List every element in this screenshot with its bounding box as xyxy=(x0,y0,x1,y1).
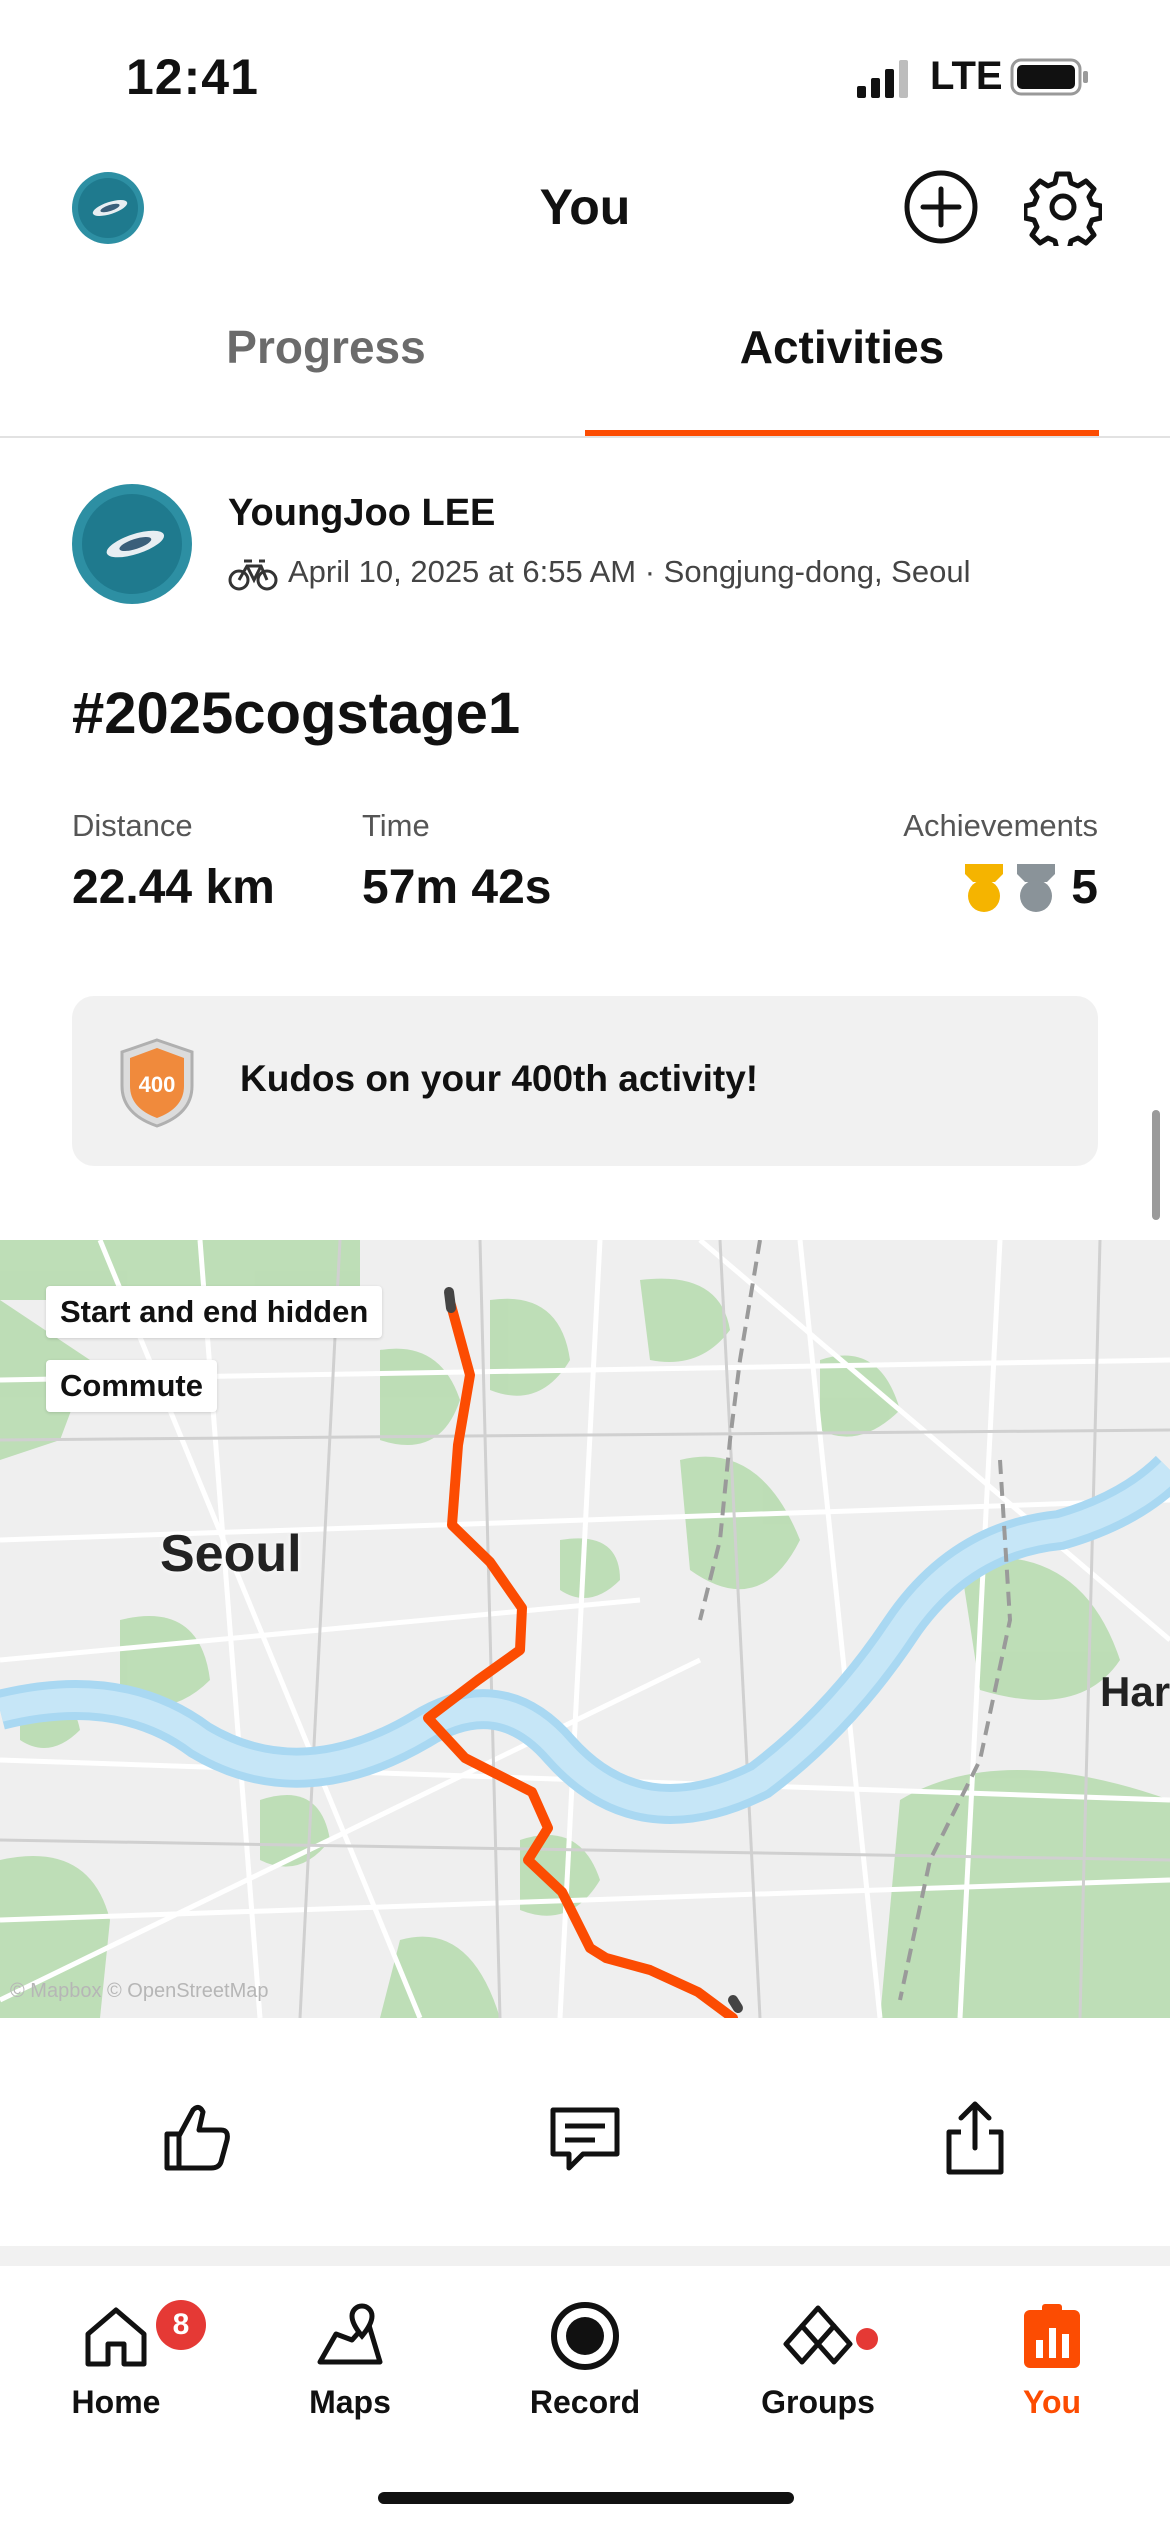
route-hidden-start xyxy=(444,1287,456,1313)
achievements-label: Achievements xyxy=(903,808,1098,843)
map-background xyxy=(0,1240,1170,2018)
home-icon xyxy=(85,2307,147,2367)
time-value: 57m 42s xyxy=(362,861,552,914)
athlete-avatar[interactable] xyxy=(72,484,192,604)
maps-icon xyxy=(317,2303,383,2365)
signal-icon xyxy=(857,60,908,98)
section-divider xyxy=(0,2246,1170,2266)
gold-medal-icon xyxy=(965,863,1004,912)
nav-maps[interactable]: Maps xyxy=(250,2300,450,2421)
avatar-image xyxy=(72,484,192,604)
distance-value: 22.44 km xyxy=(72,861,275,914)
page-title: You xyxy=(539,179,631,235)
network-label: LTE xyxy=(930,54,1003,98)
battery-icon xyxy=(1010,58,1088,96)
commute-chip: Commute xyxy=(46,1360,217,1412)
thumbs-up-icon[interactable] xyxy=(153,2096,237,2180)
nav-you-label: You xyxy=(1022,2384,1082,2420)
nav-you[interactable]: You xyxy=(952,2300,1152,2421)
milestone-badge-icon: 400 xyxy=(120,1038,194,1128)
tab-activities[interactable]: Activities xyxy=(582,320,1102,374)
home-indicator[interactable] xyxy=(378,2492,794,2504)
groups-notification-dot xyxy=(856,2328,878,2350)
kudos-banner[interactable]: 400 Kudos on your 400th activity! xyxy=(72,996,1098,1166)
athlete-name[interactable]: YoungJoo LEE xyxy=(228,492,495,535)
share-icon[interactable] xyxy=(933,2096,1017,2180)
map-city-label: Seoul xyxy=(160,1525,302,1583)
route-map[interactable]: Start and end hidden Commute Seoul Har ©… xyxy=(0,1240,1170,2018)
route-hidden-end xyxy=(728,1995,743,2013)
add-icon[interactable] xyxy=(902,168,980,246)
nav-home-label: Home xyxy=(71,2384,161,2420)
nav-groups[interactable]: Groups xyxy=(718,2300,918,2421)
scrollbar[interactable] xyxy=(1152,1110,1160,1220)
record-icon xyxy=(551,2302,619,2370)
badge-text: 400 xyxy=(139,1072,176,1097)
nav-record[interactable]: Record xyxy=(485,2300,685,2421)
nav-record-label: Record xyxy=(529,2384,641,2420)
nav-maps-label: Maps xyxy=(309,2384,391,2420)
nav-groups-label: Groups xyxy=(761,2384,875,2420)
tab-divider xyxy=(0,436,1170,438)
groups-icon xyxy=(783,2305,853,2365)
achievements-summary[interactable]: 5 xyxy=(961,860,1098,915)
activity-meta: April 10, 2025 at 6:55 AM · Songjung-don… xyxy=(288,554,971,589)
comment-icon[interactable] xyxy=(543,2096,627,2180)
status-time: 12:41 xyxy=(126,49,259,105)
you-icon xyxy=(1024,2304,1080,2368)
map-partial-label: Har xyxy=(1100,1668,1170,1715)
bike-icon xyxy=(228,559,278,591)
privacy-chip: Start and end hidden xyxy=(46,1286,383,1338)
map-attribution[interactable]: © Mapbox © OpenStreetMap xyxy=(10,1980,269,2003)
nav-home[interactable]: Home 8 xyxy=(16,2300,216,2421)
kudos-message: Kudos on your 400th activity! xyxy=(240,1058,759,1099)
tab-progress[interactable]: Progress xyxy=(66,320,586,374)
silver-medal-icon xyxy=(1017,863,1056,912)
activity-title[interactable]: #2025cogstage1 xyxy=(72,680,520,747)
time-label: Time xyxy=(362,808,430,843)
gear-icon[interactable] xyxy=(1024,168,1102,246)
achievements-count: 5 xyxy=(1071,861,1098,914)
notification-badge: 8 xyxy=(156,2300,206,2350)
distance-label: Distance xyxy=(72,808,193,843)
